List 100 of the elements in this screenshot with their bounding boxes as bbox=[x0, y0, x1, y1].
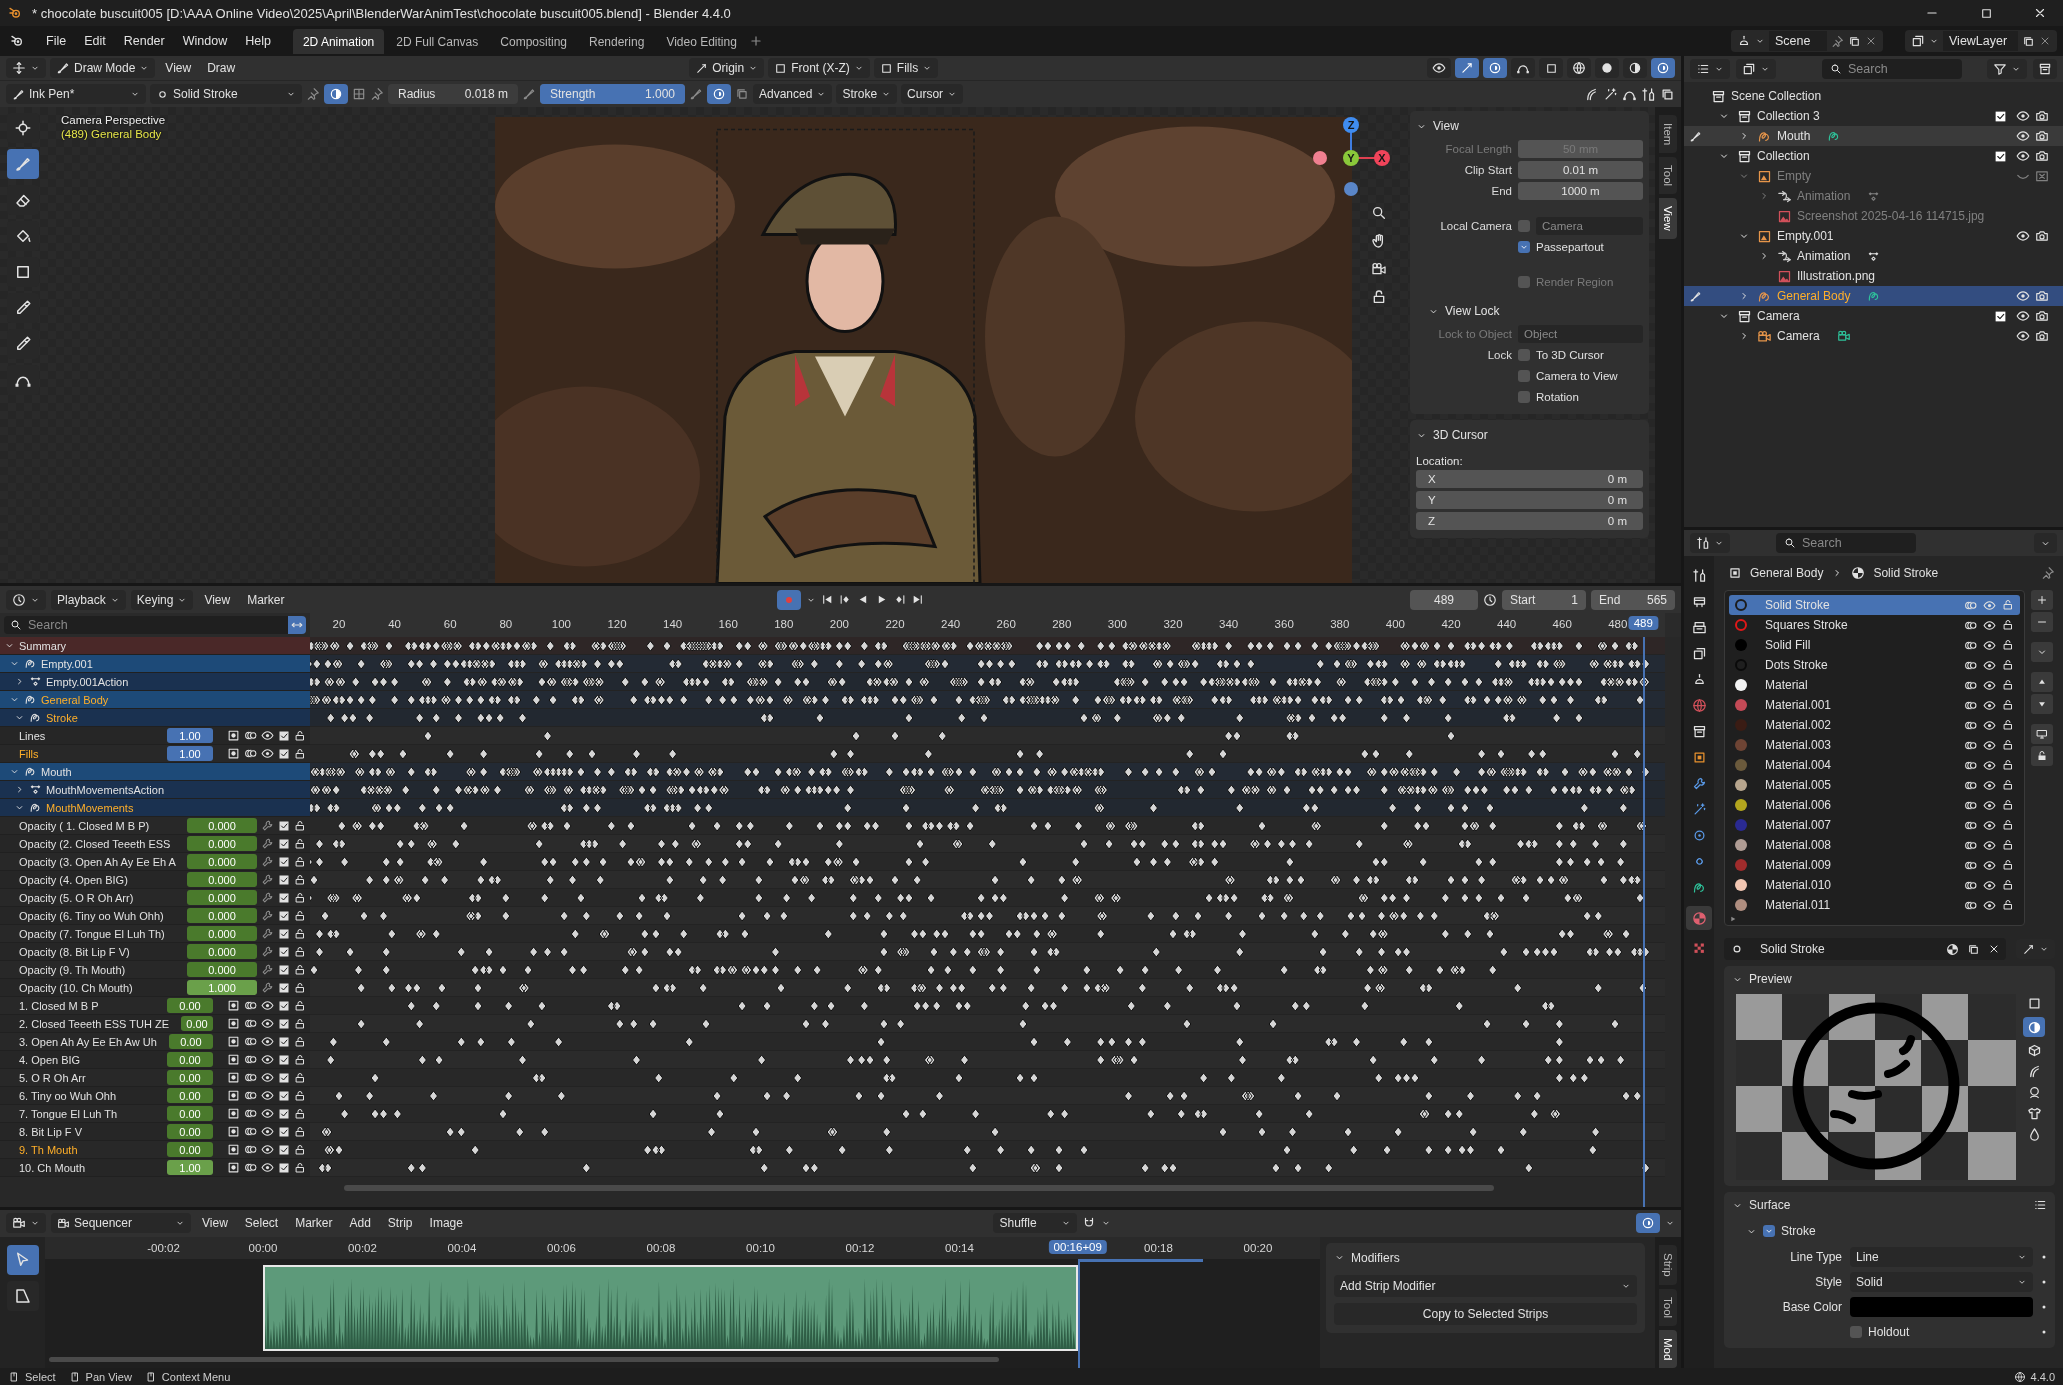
strength-slider[interactable]: Strength 1.000 bbox=[540, 84, 685, 104]
editor-dropdown[interactable]: Sequencer bbox=[51, 1213, 191, 1234]
value-slider[interactable]: 0.000 bbox=[187, 836, 257, 851]
channel-row[interactable]: Opacity (2. Closed Teeeth ESS 0.000 bbox=[0, 835, 310, 853]
menu-item[interactable]: File bbox=[38, 31, 75, 51]
value-slider[interactable]: 0.00 bbox=[167, 1124, 213, 1139]
property-dropdown[interactable]: Line bbox=[1850, 1246, 2033, 1267]
coordinate-field[interactable]: Z 0 m bbox=[1416, 512, 1643, 530]
property-dropdown[interactable]: Solid bbox=[1850, 1271, 2033, 1292]
orientation-dropdown[interactable]: Front (X-Z) bbox=[768, 58, 870, 78]
channel-row[interactable]: Opacity (6. Tiny oo Wuh Ohh) 0.000 bbox=[0, 907, 310, 925]
value-slider[interactable]: 0.00 bbox=[167, 1142, 213, 1157]
channel-row[interactable]: 8. Bit Lip F V 0.00 bbox=[0, 1123, 310, 1141]
outliner-row[interactable]: Camera bbox=[1684, 326, 2063, 346]
channel-row[interactable]: Opacity (8. Bit Lip F V) 0.000 bbox=[0, 943, 310, 961]
material-slot[interactable]: Solid Fill bbox=[1729, 635, 2020, 655]
value-slider[interactable]: 0.000 bbox=[187, 962, 257, 977]
copy-strips-button[interactable]: Copy to Selected Strips bbox=[1334, 1302, 1637, 1325]
channel-row[interactable]: MouthMovements bbox=[0, 799, 310, 817]
value-slider[interactable]: 0.000 bbox=[187, 944, 257, 959]
scene-selector[interactable]: Scene bbox=[1731, 30, 1883, 52]
start-frame-field[interactable]: Start 1 bbox=[1502, 589, 1586, 610]
search-field[interactable]: Search bbox=[1822, 59, 1962, 79]
checkbox-option[interactable]: To 3D Cursor bbox=[1518, 349, 1604, 361]
channel-row[interactable]: Stroke bbox=[0, 709, 310, 727]
workspace-tab[interactable]: Rendering bbox=[579, 28, 655, 54]
menu-item[interactable]: Marker bbox=[241, 589, 291, 610]
outliner-row[interactable]: Empty.001 bbox=[1684, 226, 2063, 246]
channel-row[interactable]: Opacity (4. Open BIG) 0.000 bbox=[0, 871, 310, 889]
menu-item[interactable]: View bbox=[196, 1213, 234, 1234]
sidebar-tab[interactable]: Tool bbox=[1659, 157, 1677, 195]
outliner-row[interactable]: General Body bbox=[1684, 286, 2063, 306]
channel-row[interactable]: 4. Open BIG 0.00 bbox=[0, 1051, 310, 1069]
sidebar-tab[interactable]: Item bbox=[1659, 115, 1677, 154]
value-slider[interactable]: 0.000 bbox=[187, 818, 257, 833]
material-slot[interactable]: Squares Stroke bbox=[1729, 615, 2020, 635]
material-slot[interactable]: Material.004 bbox=[1729, 755, 2020, 775]
menu-item[interactable]: Select bbox=[238, 1213, 285, 1234]
material-slot[interactable]: Material.009 bbox=[1729, 855, 2020, 875]
material-dropdown[interactable]: Solid Stroke bbox=[150, 84, 302, 104]
value-slider[interactable]: 0.000 bbox=[187, 890, 257, 905]
number-field[interactable]: 1000 m bbox=[1518, 182, 1643, 200]
material-slot[interactable]: Material.007 bbox=[1729, 815, 2020, 835]
material-slot[interactable]: Material.008 bbox=[1729, 835, 2020, 855]
value-slider[interactable]: 0.00 bbox=[167, 998, 213, 1013]
camera-field[interactable]: Camera bbox=[1536, 217, 1643, 235]
menu-item[interactable]: Strip bbox=[381, 1213, 419, 1234]
value-slider[interactable]: 0.00 bbox=[168, 1034, 213, 1049]
sidebar-tab[interactable]: View bbox=[1659, 198, 1677, 240]
channel-row[interactable]: Empty.001 bbox=[0, 655, 310, 673]
coordinate-field[interactable]: Y 0 m bbox=[1416, 491, 1643, 509]
view-layer-selector[interactable]: ViewLayer bbox=[1905, 30, 2057, 52]
checkbox-option[interactable]: Holdout bbox=[1850, 1324, 2033, 1339]
value-slider[interactable]: 0.000 bbox=[187, 908, 257, 923]
menu-dropdown[interactable]: Playback bbox=[51, 589, 126, 610]
material-slot[interactable]: Material.001 bbox=[1729, 695, 2020, 715]
channel-row[interactable]: 10. Ch Mouth 1.00 bbox=[0, 1159, 310, 1177]
workspace-tab[interactable]: 2D Full Canvas bbox=[386, 28, 489, 54]
playhead-time[interactable]: 00:16+09 bbox=[1048, 1239, 1107, 1254]
menu-item[interactable]: Marker bbox=[289, 1213, 339, 1234]
value-slider[interactable]: 0.00 bbox=[167, 1070, 213, 1085]
menu-item[interactable]: Window bbox=[174, 31, 236, 51]
sidebar-tab[interactable]: Mod bbox=[1659, 1329, 1677, 1368]
channel-row[interactable]: Lines 1.00 bbox=[0, 727, 310, 745]
playhead-frame[interactable]: 489 bbox=[1628, 616, 1658, 630]
search-field[interactable]: Search bbox=[1776, 533, 1916, 553]
outliner-row[interactable]: Animation bbox=[1684, 246, 2063, 266]
settings-dropdown[interactable]: Stroke bbox=[836, 84, 898, 104]
settings-dropdown[interactable]: Advanced bbox=[753, 84, 833, 104]
value-slider[interactable]: 1.00 bbox=[167, 728, 213, 743]
menu-item[interactable]: View bbox=[198, 589, 237, 610]
overlap-dropdown[interactable]: Shuffle bbox=[993, 1213, 1078, 1234]
menu-dropdown[interactable]: Keying bbox=[130, 589, 194, 610]
value-slider[interactable]: 0.00 bbox=[167, 1088, 213, 1103]
material-slot[interactable]: Material.011 bbox=[1729, 895, 2020, 915]
outliner-row[interactable]: Illustration.png bbox=[1684, 266, 2063, 286]
checkbox-option[interactable]: Passepartout bbox=[1518, 241, 1604, 253]
channel-row[interactable]: 2. Closed Teeeth ESS TUH ZE 0.00 bbox=[0, 1015, 310, 1033]
channel-row[interactable]: Summary bbox=[0, 637, 310, 655]
menu-item[interactable]: Image bbox=[423, 1213, 469, 1234]
checkbox-option[interactable]: Camera to View bbox=[1518, 370, 1618, 382]
value-slider[interactable]: 0.000 bbox=[187, 926, 257, 941]
value-slider[interactable]: 0.00 bbox=[167, 1052, 213, 1067]
outliner-row[interactable]: Camera bbox=[1684, 306, 2063, 326]
material-slot[interactable]: Material.002 bbox=[1729, 715, 2020, 735]
object-field[interactable]: Object bbox=[1518, 325, 1643, 343]
menu-item[interactable]: Help bbox=[237, 31, 279, 51]
menu-item[interactable]: Add bbox=[343, 1213, 377, 1234]
outliner-row[interactable]: Mouth bbox=[1684, 126, 2063, 146]
workspace-tab[interactable]: 2D Animation bbox=[292, 28, 385, 54]
material-slot[interactable]: Dots Stroke bbox=[1729, 655, 2020, 675]
checkbox-option[interactable]: Rotation bbox=[1518, 391, 1579, 403]
frame-ruler[interactable]: 20 40 60 80 100 120 140 160 180 200 220 240 260 280 300 320 340 360 380 400 420 440 460 480 489 bbox=[310, 613, 1665, 637]
material-name-field[interactable]: Solid Stroke bbox=[1724, 938, 2006, 960]
menu-item[interactable]: Edit bbox=[76, 31, 114, 51]
time-ruler[interactable]: -00:02 00:00 00:02 00:04 00:06 00:08 00:10 00:12 00:14 00:16+09 00:18 00:20 bbox=[45, 1236, 1320, 1259]
checkbox-option[interactable]: Stroke bbox=[1763, 1224, 1816, 1238]
sidebar-tab[interactable]: Strip bbox=[1659, 1244, 1677, 1285]
material-slot[interactable]: Material.005 bbox=[1729, 775, 2020, 795]
radius-field[interactable]: Radius 0.018 m bbox=[388, 84, 518, 104]
